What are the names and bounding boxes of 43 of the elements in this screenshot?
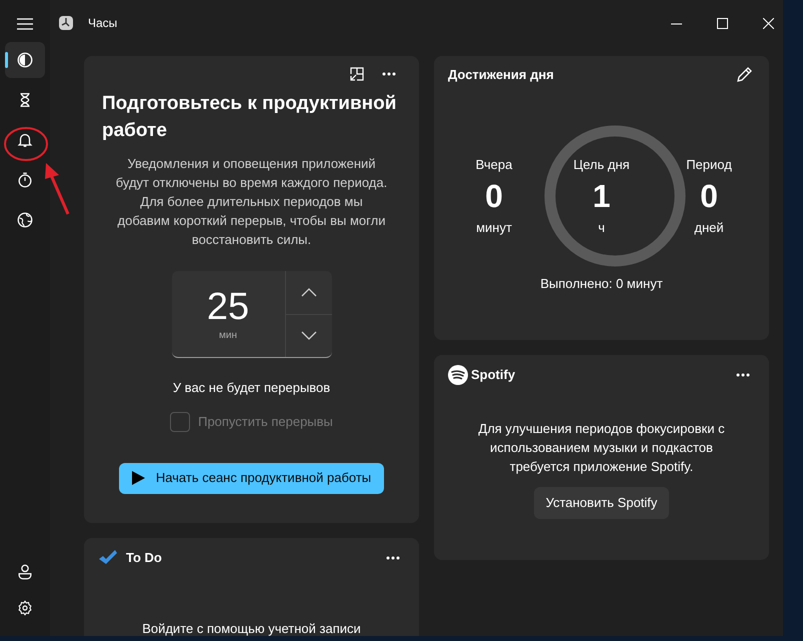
bell-icon (16, 131, 34, 149)
stat-unit: ч (598, 219, 605, 237)
minutes-display: 25 мин (206, 284, 250, 342)
play-icon (132, 471, 145, 485)
description: Уведомления и оповещения приложений будут отключены во время каждого периода. Для более длительных периодов мы добавим короткий перерыв, чтобы вы могли восстановить силы. (114, 155, 388, 249)
stat-label: Цель дня (573, 156, 630, 174)
window-title: Часы (88, 15, 118, 32)
breaks-note: У вас не будет перерывов (172, 379, 330, 397)
stopwatch-icon (16, 171, 34, 189)
chevron-down-icon (300, 331, 316, 340)
clock-icon (58, 15, 74, 31)
stat-unit: минут (476, 219, 512, 237)
maximize-icon (716, 18, 728, 28)
stat-value: 0 (485, 177, 503, 216)
stat-label: Период (686, 156, 732, 174)
globe-icon (16, 211, 34, 229)
start-button[interactable]: Начать сеанс продуктивной работы (118, 462, 384, 494)
nav-button[interactable] (5, 42, 45, 78)
completed-text: Выполнено: 0 минут (539, 275, 664, 293)
stat-value: 1 (592, 177, 610, 216)
annotation-arrow (45, 163, 70, 215)
card-title: Достижения дня (448, 66, 554, 84)
stat-value: 0 (700, 177, 718, 216)
settings-icon (16, 599, 34, 617)
focus-icon (16, 51, 34, 69)
more-icon (736, 373, 750, 377)
stat-label: Вчера (476, 156, 512, 174)
sign-in-message: Войдите с помощью учетной записи (141, 620, 362, 636)
chevron-up-icon (300, 288, 316, 297)
checkmark-icon (98, 550, 118, 566)
spotify-logo-icon (448, 365, 468, 385)
close-icon (762, 18, 774, 28)
person-icon (16, 563, 34, 581)
install-button[interactable]: Установить Spotify (534, 487, 670, 519)
annotation-circle (4, 127, 48, 161)
stat-unit: дней (694, 219, 724, 237)
spotify-message: Для улучшения периодов фокусировки с использованием музыки и подкастов требуется приложение Spotify. (477, 420, 726, 476)
more-icon (386, 556, 400, 560)
spotify-logo-text: Spotify (471, 366, 516, 384)
card-title: To Do (126, 549, 162, 568)
more-icon (382, 72, 396, 76)
card-title: Подготовьтесь к продуктивной работе (102, 92, 398, 143)
checkbox-label: Пропустить перерывы (198, 412, 333, 431)
